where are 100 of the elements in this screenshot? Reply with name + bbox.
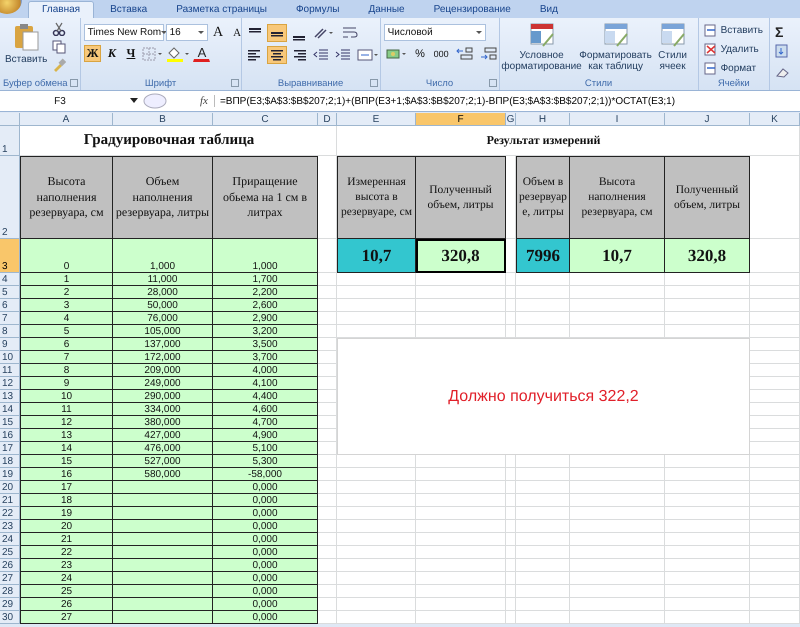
dialog-launcher-icon[interactable]	[70, 79, 78, 87]
grid-cell[interactable]	[750, 312, 800, 325]
grid-cell[interactable]	[337, 559, 416, 572]
row-header[interactable]: 28	[0, 585, 20, 598]
grid-cell[interactable]	[750, 598, 800, 611]
grid-cell[interactable]	[416, 559, 506, 572]
grid-cell[interactable]	[416, 546, 506, 559]
grid-cell[interactable]	[570, 299, 665, 312]
grid-cell[interactable]	[570, 533, 665, 546]
grid-cell[interactable]	[506, 286, 516, 299]
font-size-field[interactable]: 16	[166, 24, 208, 41]
grid-cell[interactable]	[416, 312, 506, 325]
grid-cell[interactable]	[750, 533, 800, 546]
grid-cell[interactable]	[416, 468, 506, 481]
grid-cell[interactable]	[665, 494, 750, 507]
grid-cell[interactable]	[665, 286, 750, 299]
ribbon-tab[interactable]: Данные	[355, 2, 418, 18]
paste-button[interactable]: Вставить	[3, 20, 50, 67]
grid-cell[interactable]	[416, 611, 506, 624]
grid-cell[interactable]	[506, 520, 516, 533]
row-header[interactable]: 8	[0, 325, 20, 338]
borders-icon[interactable]	[141, 46, 164, 62]
grid-cell[interactable]	[665, 299, 750, 312]
grid-cell[interactable]	[337, 546, 416, 559]
grid-cell[interactable]	[416, 533, 506, 546]
grid-cell[interactable]	[750, 559, 800, 572]
grid-cell[interactable]	[665, 546, 750, 559]
grid-cell[interactable]	[665, 533, 750, 546]
ribbon-tab[interactable]: Главная	[28, 1, 94, 18]
grid-cell[interactable]	[516, 598, 570, 611]
grid-cell[interactable]	[665, 520, 750, 533]
row-header[interactable]: 23	[0, 520, 20, 533]
grid-cell[interactable]	[570, 520, 665, 533]
grid-cell[interactable]	[750, 468, 800, 481]
grid-cell[interactable]	[337, 299, 416, 312]
grid-cell[interactable]	[570, 481, 665, 494]
grid-cell[interactable]	[570, 559, 665, 572]
grid-cell[interactable]	[516, 533, 570, 546]
grid-cell[interactable]	[665, 559, 750, 572]
dialog-launcher-icon[interactable]	[488, 79, 497, 87]
select-all-button[interactable]	[0, 113, 20, 126]
grid-cell[interactable]	[516, 299, 570, 312]
grid-cell[interactable]	[570, 611, 665, 624]
grid-cell[interactable]	[750, 455, 800, 468]
grid-cell[interactable]	[570, 494, 665, 507]
grid-cell[interactable]	[506, 533, 516, 546]
thousands-button[interactable]: 000	[430, 46, 452, 62]
ribbon-tab[interactable]: Вид	[526, 2, 571, 18]
row-header[interactable]: 7	[0, 312, 20, 325]
grid-cell[interactable]	[337, 572, 416, 585]
grid-cell[interactable]	[416, 481, 506, 494]
row-header[interactable]: 14	[0, 403, 20, 416]
row-header[interactable]: 16	[0, 429, 20, 442]
grid-cell[interactable]	[516, 286, 570, 299]
row-header[interactable]: 4	[0, 273, 20, 286]
ribbon-tab[interactable]: Разметка страницы	[163, 2, 280, 18]
grid-cell[interactable]	[337, 286, 416, 299]
grid-cell[interactable]	[337, 598, 416, 611]
grid-cell[interactable]	[750, 585, 800, 598]
grid-cell[interactable]	[337, 533, 416, 546]
grid-cell[interactable]	[570, 312, 665, 325]
number-format-field[interactable]: Числовой	[384, 24, 486, 41]
grid-cell[interactable]	[416, 598, 506, 611]
column-header[interactable]: I	[570, 113, 665, 126]
font-color-button[interactable]: A	[193, 45, 210, 62]
grid-cell[interactable]	[570, 598, 665, 611]
row-header[interactable]: 15	[0, 416, 20, 429]
grid-cell[interactable]	[750, 481, 800, 494]
grid-cell[interactable]	[506, 546, 516, 559]
row-header[interactable]: 1	[0, 126, 20, 156]
shrink-font-button[interactable]: A	[228, 24, 246, 41]
grid-cell[interactable]	[750, 572, 800, 585]
insert-function-button[interactable]: fx	[194, 95, 215, 107]
grid-cell[interactable]	[516, 481, 570, 494]
grid-cell[interactable]	[516, 468, 570, 481]
column-header[interactable]: F	[416, 113, 506, 126]
grid-cell[interactable]	[516, 507, 570, 520]
row-header[interactable]: 29	[0, 598, 20, 611]
scissors-icon[interactable]	[52, 22, 66, 36]
row-header[interactable]: 26	[0, 559, 20, 572]
grid-cell[interactable]	[337, 585, 416, 598]
grid-cell[interactable]	[506, 494, 516, 507]
grid-cell[interactable]	[665, 585, 750, 598]
row-header[interactable]: 11	[0, 364, 20, 377]
grid-cell[interactable]	[516, 494, 570, 507]
grid-cell[interactable]	[337, 481, 416, 494]
row-header[interactable]: 20	[0, 481, 20, 494]
column-header[interactable]: G	[506, 113, 516, 126]
grid-cell[interactable]	[337, 494, 416, 507]
dropdown-icon[interactable]	[130, 98, 138, 104]
row-header[interactable]: 19	[0, 468, 20, 481]
grid-cell[interactable]	[516, 520, 570, 533]
grid-cell[interactable]	[665, 481, 750, 494]
column-header[interactable]: B	[113, 113, 213, 126]
grid-cell[interactable]	[516, 312, 570, 325]
grid-cell[interactable]	[337, 312, 416, 325]
ribbon-tab[interactable]: Рецензирование	[420, 2, 524, 18]
row-header[interactable]: 17	[0, 442, 20, 455]
bold-button[interactable]: Ж	[84, 45, 102, 62]
autosum-button[interactable]: Σ	[773, 24, 786, 39]
